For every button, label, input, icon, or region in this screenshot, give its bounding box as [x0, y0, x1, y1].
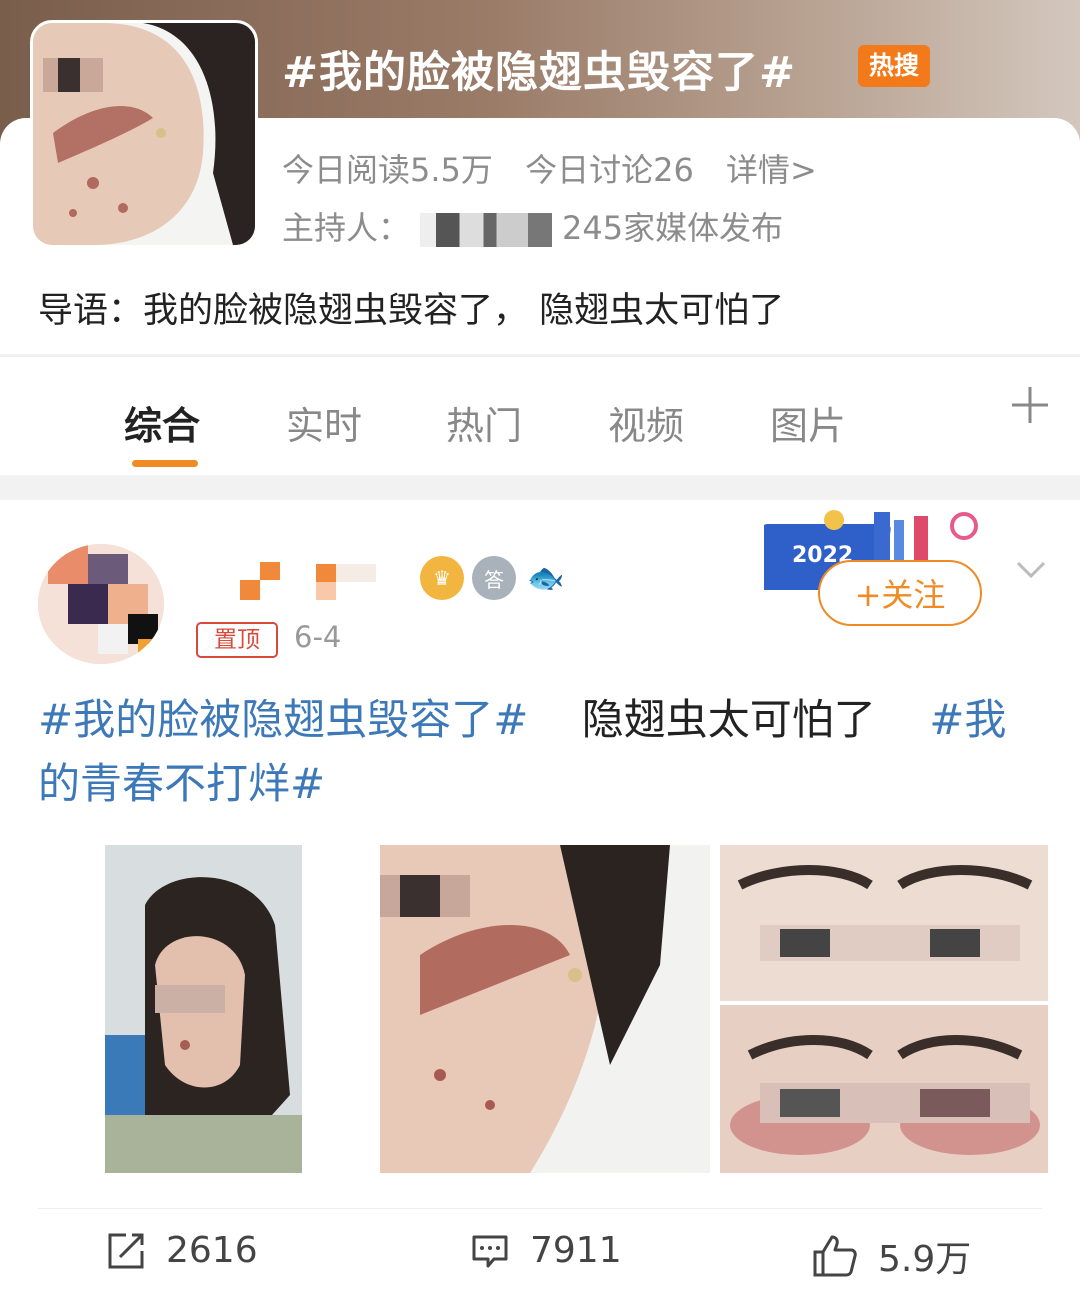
- host-name-blurred[interactable]: [420, 213, 553, 247]
- tab-realtime[interactable]: 实时: [286, 395, 362, 450]
- repost-count: 2616: [166, 1230, 258, 1271]
- koi-fish-icon[interactable]: 🐟: [524, 556, 568, 600]
- tab-bar: 综合 实时 热门 视频 图片: [0, 356, 1080, 475]
- tab-images[interactable]: 图片: [770, 395, 846, 450]
- topic-stats: 今日阅读5.5万 今日讨论26 详情>: [282, 145, 839, 191]
- share-icon: [108, 1233, 144, 1268]
- avatar[interactable]: [38, 544, 164, 664]
- hashtag-link[interactable]: #我的脸被隐翅虫毁容了#: [38, 695, 528, 744]
- hot-search-badge: 热搜: [858, 45, 930, 87]
- comment-icon: [472, 1235, 508, 1267]
- like-button[interactable]: 5.9万: [812, 1230, 971, 1282]
- post-image-1[interactable]: [105, 845, 302, 1173]
- comment-button[interactable]: 7911: [470, 1230, 622, 1271]
- like-count: 5.9万: [878, 1239, 972, 1280]
- post-body: 隐翅虫太可怕了: [581, 695, 876, 744]
- media-count: 245家媒体发布: [562, 209, 784, 247]
- tab-comprehensive[interactable]: 综合: [124, 395, 200, 450]
- post-image-3[interactable]: [720, 845, 1048, 1001]
- topic-title[interactable]: #我的脸被隐翅虫毁容了#: [282, 38, 796, 100]
- tab-video[interactable]: 视频: [608, 395, 684, 450]
- username-blurred[interactable]: [240, 560, 380, 600]
- discussion-count: 今日讨论26: [525, 151, 694, 189]
- plus-icon[interactable]: [1010, 385, 1050, 433]
- follow-button[interactable]: +关注: [818, 560, 982, 626]
- topic-cover-image: [30, 20, 258, 248]
- thumbs-up-icon: [813, 1235, 857, 1277]
- host-label: 主持人：: [282, 209, 411, 247]
- crown-level-icon[interactable]: ♛: [420, 556, 464, 600]
- repost-button[interactable]: 2616: [106, 1230, 258, 1271]
- post-date: 6-4: [294, 620, 342, 654]
- reads-count: 今日阅读5.5万: [282, 151, 493, 189]
- post-text: #我的脸被隐翅虫毁容了# 隐翅虫太可怕了 #我的青春不打烊#: [38, 688, 1048, 816]
- active-tab-indicator: [132, 460, 198, 467]
- topic-lead: 导语：我的脸被隐翅虫毁容了， 隐翅虫太可怕了: [38, 291, 785, 331]
- post-card: ♛ 答 🐟 置顶 6-4 2022 +关注 #我的脸被隐翅虫毁容了# 隐翅虫太可…: [0, 500, 1080, 1312]
- divider: [38, 1208, 1042, 1209]
- comment-count: 7911: [530, 1230, 622, 1271]
- pinned-tag: 置顶: [196, 622, 278, 658]
- answer-medal-icon[interactable]: 答: [472, 556, 516, 600]
- user-badges: ♛ 答 🐟: [420, 556, 568, 600]
- details-link[interactable]: 详情>: [726, 151, 817, 189]
- tab-hot[interactable]: 热门: [446, 395, 522, 450]
- chevron-down-icon[interactable]: [1016, 554, 1046, 584]
- post-image-2[interactable]: [380, 845, 710, 1173]
- host-row: 主持人： 245家媒体发布: [282, 203, 783, 249]
- post-image-4[interactable]: [720, 1005, 1048, 1173]
